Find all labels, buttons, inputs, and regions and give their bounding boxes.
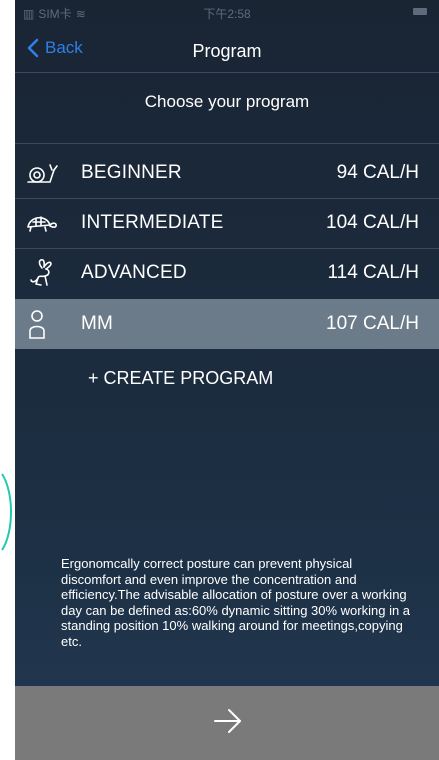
program-calories: 104 CAL/H <box>326 212 419 233</box>
arrow-right-icon <box>214 709 241 733</box>
program-name: ADVANCED <box>81 262 187 283</box>
divider <box>15 143 439 144</box>
battery-icon <box>413 8 427 15</box>
program-row-beginner[interactable]: BEGINNER 94 CAL/H <box>15 148 439 198</box>
program-name: MM <box>81 313 114 334</box>
page-title: Program <box>192 41 262 61</box>
next-button[interactable] <box>15 686 439 760</box>
create-program-button[interactable]: + CREATE PROGRAM <box>88 368 273 389</box>
snail-icon <box>27 164 58 183</box>
turtle-icon <box>27 216 57 232</box>
program-name: INTERMEDIATE <box>81 212 224 233</box>
program-calories: 107 CAL/H <box>326 313 419 334</box>
program-row-intermediate[interactable]: INTERMEDIATE 104 CAL/H <box>15 198 439 248</box>
navigation-bar: Back Program <box>15 24 439 73</box>
program-row-advanced[interactable]: ADVANCED 114 CAL/H <box>15 248 439 298</box>
section-heading: Choose your program <box>144 92 310 111</box>
person-icon <box>29 310 45 339</box>
program-row-mm[interactable]: MM 107 CAL/H <box>15 299 439 349</box>
posture-tip-text: Ergonomcally correct posture can prevent… <box>61 556 411 649</box>
status-bar: ▥ SIM卡 ≋ 下午2:58 <box>15 0 439 24</box>
app-screen: ▥ SIM卡 ≋ 下午2:58 Back Program Choose your… <box>15 0 439 760</box>
clock: 下午2:58 <box>203 7 251 21</box>
rabbit-icon <box>30 259 52 286</box>
program-calories: 114 CAL/H <box>327 262 419 283</box>
program-calories: 94 CAL/H <box>336 162 419 183</box>
teal-bracket-decoration <box>1 473 12 551</box>
program-name: BEGINNER <box>81 162 182 183</box>
